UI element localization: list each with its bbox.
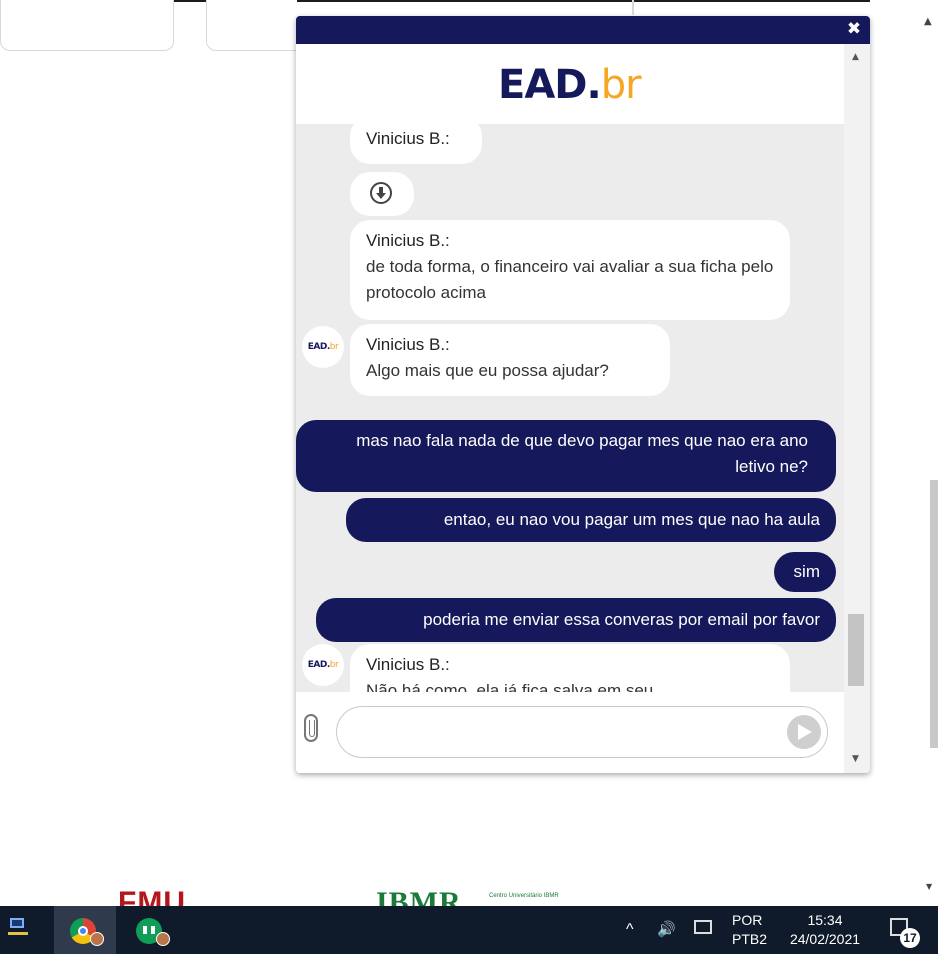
page-scrollbar-thumb[interactable] (930, 480, 938, 748)
agent-message: Vinicius B.: Algo mais que eu possa ajud… (350, 324, 670, 396)
chat-header: EAD.br (296, 44, 844, 124)
user-avatar-badge (90, 932, 104, 946)
keyboard-layout: PTB2 (732, 931, 768, 947)
message-text: sim (793, 562, 820, 581)
ead-brand-logo: EAD.br (498, 62, 642, 108)
agent-message: Vinicius B.: (350, 124, 482, 164)
clock[interactable]: 15:34 24/02/2021 (782, 911, 868, 949)
message-text: Não há como, ela já fica salva em seu (366, 681, 654, 692)
clock-time: 15:34 (807, 912, 843, 928)
notification-count: 17 (900, 928, 920, 948)
chat-scroll-up-icon[interactable]: ▲ (852, 52, 859, 62)
agent-name: Vinicius B.: (366, 231, 450, 250)
download-icon[interactable] (370, 182, 392, 204)
agent-avatar: EAD.br (302, 326, 344, 368)
network-computer-icon[interactable] (8, 916, 28, 940)
ibmr-logo-subtitle: Centro Universitário IBMR (489, 893, 559, 899)
message-list: Vinicius B.: Vinicius B.: de toda forma,… (296, 124, 844, 692)
user-message: poderia me enviar essa converas por emai… (316, 598, 836, 642)
page-card-left (0, 0, 174, 51)
tray-chevron-icon[interactable]: ^ (626, 906, 634, 954)
message-text: entao, eu nao vou pagar um mes que nao h… (443, 510, 820, 529)
user-avatar-badge (156, 932, 170, 946)
message-text: mas nao fala nada de que devo pagar mes … (356, 431, 808, 476)
agent-message: Vinicius B.: Não há como, ela já fica sa… (350, 644, 790, 692)
chat-scrollbar-thumb[interactable] (848, 614, 864, 686)
page-divider (632, 0, 634, 15)
clock-date: 24/02/2021 (789, 931, 861, 947)
volume-icon[interactable]: 🔊 (657, 906, 676, 954)
agent-name: Vinicius B.: (366, 129, 450, 148)
taskbar-chrome-app[interactable] (54, 906, 116, 954)
taskbar: ^ 🔊 POR PTB2 15:34 24/02/2021 17 (0, 906, 938, 954)
agent-avatar: EAD.br (302, 644, 344, 686)
chat-scroll-down-icon[interactable]: ▼ (852, 754, 859, 764)
page-card-middle (206, 0, 297, 51)
agent-message: Vinicius B.: de toda forma, o financeiro… (350, 220, 790, 320)
chat-widget: ✖ EAD.br Vinicius B.: Vinicius B.: de to… (296, 16, 870, 773)
user-message: mas nao fala nada de que devo pagar mes … (296, 420, 836, 492)
message-text: de toda forma, o financeiro vai avaliar … (366, 257, 774, 302)
language-code: POR (732, 912, 763, 928)
message-input[interactable] (336, 706, 828, 758)
message-composer (296, 692, 844, 773)
chat-topbar: ✖ (296, 16, 870, 44)
page-scroll-up-icon[interactable]: ▲ (924, 16, 932, 27)
user-message: sim (774, 552, 836, 592)
ibmr-logo: IBMR (376, 886, 462, 906)
page-scroll-down-icon[interactable]: ▼ (926, 882, 932, 891)
agent-attachment-message (350, 172, 414, 216)
message-text: Algo mais que eu possa ajudar? (366, 361, 609, 380)
paperclip-icon[interactable] (304, 714, 318, 742)
agent-name: Vinicius B.: (366, 335, 450, 354)
send-button[interactable] (787, 715, 821, 749)
language-indicator[interactable]: POR PTB2 (732, 911, 767, 949)
network-icon[interactable] (694, 920, 712, 934)
fmu-logo: FMU (118, 886, 186, 906)
notification-center-icon[interactable]: 17 (890, 918, 920, 948)
agent-name: Vinicius B.: (366, 655, 450, 674)
message-text: poderia me enviar essa converas por emai… (423, 610, 820, 629)
close-icon[interactable]: ✖ (846, 20, 862, 38)
user-message: entao, eu nao vou pagar um mes que nao h… (346, 498, 836, 542)
